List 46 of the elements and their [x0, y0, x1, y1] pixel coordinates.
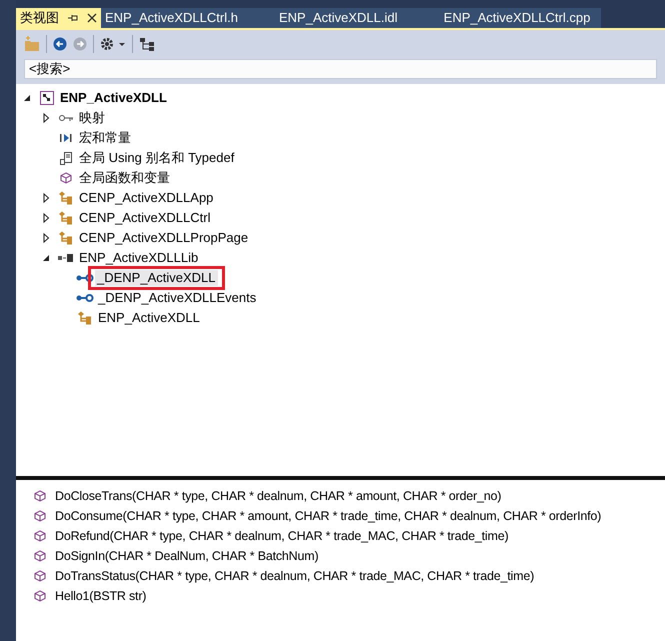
settings-icon[interactable]	[100, 36, 126, 50]
key-icon	[58, 113, 74, 123]
tree-item[interactable]: _DENP_ActiveXDLLEvents	[96, 290, 258, 306]
back-icon[interactable]	[53, 36, 67, 50]
member-item[interactable]: DoSignIn(CHAR * DealNum, CHAR * BatchNum)	[55, 546, 318, 566]
tab[interactable]: ENP_ActiveXDLLCtrl.cpp	[433, 8, 601, 28]
method-icon	[34, 590, 47, 602]
method-icon	[34, 510, 47, 522]
typedef-icon	[60, 152, 72, 164]
interface-icon	[76, 293, 94, 303]
class-icon	[77, 311, 93, 325]
tree-item[interactable]: ENP_ActiveXDLLLib	[77, 250, 200, 266]
tree-item[interactable]: ENP_ActiveXDLL	[58, 90, 169, 106]
tab[interactable]: ENP_ActiveXDLL.idl	[275, 8, 433, 28]
member-item[interactable]: DoConsume(CHAR * type, CHAR * amount, CHAR * trade_time, CHAR * dealnum, CHAR * orderInfo)	[55, 506, 602, 526]
method-icon	[34, 530, 47, 542]
member-item[interactable]: DoRefund(CHAR * type, CHAR * dealnum, CHAR * trade_MAC, CHAR * trade_time)	[55, 526, 508, 546]
tree-item[interactable]: _DENP_ActiveXDLL	[95, 270, 218, 286]
tab[interactable]: ENP_ActiveXDLLCtrl.h	[101, 8, 275, 28]
project-icon	[39, 90, 55, 106]
macro-icon	[60, 133, 72, 143]
tree-item[interactable]: 全局 Using 别名和 Typedef	[77, 150, 236, 166]
class-icon	[58, 231, 74, 245]
tree-item[interactable]: 映射	[77, 110, 107, 126]
class-icon	[58, 191, 74, 205]
tree-item[interactable]: 全局函数和变量	[77, 170, 172, 186]
member-item[interactable]: DoCloseTrans(CHAR * type, CHAR * dealnum, CHAR * amount, CHAR * order_no)	[55, 486, 502, 506]
method-icon	[34, 570, 47, 582]
tree-item[interactable]: CENP_ActiveXDLLPropPage	[77, 230, 250, 246]
cube-icon	[60, 172, 72, 184]
method-icon	[34, 490, 47, 502]
tree-item[interactable]: ENP_ActiveXDLL	[96, 310, 202, 326]
tree-item[interactable]: CENP_ActiveXDLLCtrl	[77, 210, 212, 226]
tree-item[interactable]: 宏和常量	[77, 130, 133, 146]
class-icon	[58, 211, 74, 225]
tab[interactable]: 类视图	[16, 8, 101, 28]
interface-icon	[76, 273, 94, 283]
hierarchy-icon[interactable]	[139, 36, 155, 50]
tree-item[interactable]: CENP_ActiveXDLLApp	[77, 190, 216, 206]
member-item[interactable]: Hello1(BSTR str)	[55, 586, 146, 606]
member-item[interactable]: DoTransStatus(CHAR * type, CHAR * dealnum, CHAR * trade_MAC, CHAR * trade_time)	[55, 566, 534, 586]
method-icon	[34, 550, 47, 562]
library-icon	[58, 253, 74, 263]
search-field[interactable]: <搜索>	[24, 58, 657, 78]
pin-icon[interactable]	[67, 13, 79, 23]
close-icon[interactable]	[87, 13, 97, 23]
